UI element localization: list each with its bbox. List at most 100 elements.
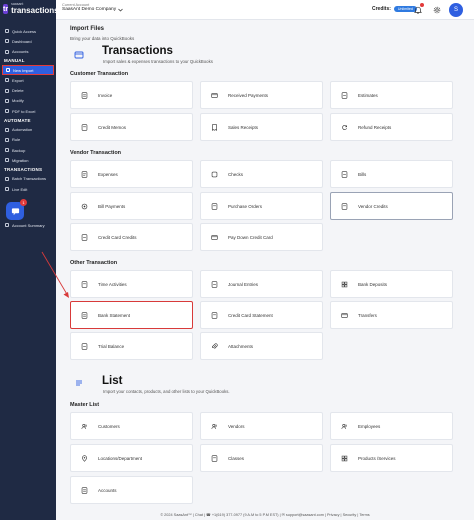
payment-icon xyxy=(211,92,218,99)
sidebar-section-manual: MANUAL xyxy=(4,58,25,64)
paperclip-icon xyxy=(211,342,218,350)
card-bills[interactable]: Bills xyxy=(330,160,453,188)
sidebar-item-accounts[interactable]: Accounts xyxy=(0,47,56,57)
card-transfers[interactable]: Transfers xyxy=(330,301,453,329)
sidebar-item-modify[interactable]: Modify xyxy=(0,96,56,106)
card-pay-down-credit-card[interactable]: Pay Down Credit Card xyxy=(200,223,323,251)
card-label: Locations/Department xyxy=(98,455,143,461)
sidebar-item-account-summary[interactable]: Account Summary xyxy=(0,220,56,230)
receipt-icon xyxy=(211,123,218,131)
card-accounts[interactable]: Accounts xyxy=(70,476,193,504)
purchase-order-icon xyxy=(211,202,218,210)
card-bank-statement[interactable]: Bank Statement xyxy=(70,301,193,329)
card-label: Bank Statement xyxy=(98,312,131,318)
migration-icon xyxy=(5,158,9,163)
journal-icon xyxy=(211,280,218,288)
backup-icon xyxy=(5,148,9,153)
products-icon xyxy=(341,455,348,462)
card-credit-card-statement[interactable]: Credit Card Statement xyxy=(200,301,323,329)
company-switcher[interactable]: Current Account SaasAnt Demo Company xyxy=(62,3,123,12)
card-label: Refund Receipts xyxy=(358,124,392,130)
automation-icon xyxy=(5,127,9,132)
trial-balance-icon xyxy=(81,342,88,350)
card-label: Journal Entries xyxy=(228,281,259,287)
settings-button[interactable] xyxy=(431,4,443,16)
sidebar-item-live-edit[interactable]: Live Edit xyxy=(0,184,56,194)
card-received-payments[interactable]: Received Payments xyxy=(200,81,323,109)
quick-access-icon xyxy=(5,29,9,34)
sidebar-item-delete[interactable]: Delete xyxy=(0,85,56,95)
chat-badge: 1 xyxy=(20,199,27,206)
sidebar-item-rule[interactable]: Rule xyxy=(0,135,56,145)
card-label: Credit Card Statement xyxy=(228,312,273,318)
card-employees[interactable]: Employees xyxy=(330,412,453,440)
card-estimates[interactable]: Estimates xyxy=(330,81,453,109)
card-checks[interactable]: Checks xyxy=(200,160,323,188)
card-trial-balance[interactable]: Trial Balance xyxy=(70,332,193,360)
import-icon xyxy=(6,68,10,73)
trash-icon xyxy=(5,88,9,93)
sidebar-item-quick-access[interactable]: Quick Access xyxy=(0,26,56,36)
other-section-title: Other Transaction xyxy=(70,260,118,266)
card-sales-receipts[interactable]: Sales Receipts xyxy=(200,113,323,141)
bank-deposit-icon xyxy=(341,281,348,288)
sidebar-nav: Quick Access Dashboard Accounts MANUAL N… xyxy=(0,26,56,194)
card-expenses[interactable]: Expenses xyxy=(70,160,193,188)
sidebar-item-label: Export xyxy=(12,77,24,83)
card-time-activities[interactable]: Time Activities xyxy=(70,270,193,298)
sidebar: tr saasant transactions Quick Access Das… xyxy=(0,0,59,520)
card-credit-card-credits[interactable]: Credit Card Credits xyxy=(70,223,193,251)
card-label: Sales Receipts xyxy=(228,124,259,130)
main-content: Import Files Bring your data into QuickB… xyxy=(56,20,474,520)
vendor-credit-icon xyxy=(341,202,348,210)
sidebar-item-dashboard[interactable]: Dashboard xyxy=(0,36,56,46)
card-locations-department[interactable]: Locations/Department xyxy=(70,444,193,472)
card-label: Credit Card Credits xyxy=(98,234,137,240)
sidebar-item-label: Modify xyxy=(12,98,24,104)
card-refund-receipts[interactable]: Refund Receipts xyxy=(330,113,453,141)
avatar[interactable]: S xyxy=(449,3,463,17)
card-customers[interactable]: Customers xyxy=(70,412,193,440)
card-credit-memos[interactable]: Credit Memos xyxy=(70,113,193,141)
sidebar-item-export[interactable]: Export xyxy=(0,75,56,85)
check-icon xyxy=(211,171,218,178)
sidebar-item-label: Migration xyxy=(12,157,29,163)
sidebar-item-batch-transactions[interactable]: Batch Transactions xyxy=(0,174,56,184)
sidebar-item-label: Batch Transactions xyxy=(12,176,47,182)
notifications-button[interactable] xyxy=(412,3,424,16)
card-vendor-credits[interactable]: Vendor Credits xyxy=(330,192,453,220)
card-vendors[interactable]: Vendors xyxy=(200,412,323,440)
live-edit-icon xyxy=(5,187,9,191)
sidebar-item-automation[interactable]: Automation xyxy=(0,124,56,134)
sidebar-item-label: Backup xyxy=(12,147,26,153)
sidebar-item-new-import[interactable]: New Import xyxy=(2,64,54,76)
card-label: Employees xyxy=(358,423,381,429)
card-journal-entries[interactable]: Journal Entries xyxy=(200,270,323,298)
sidebar-item-label: Account Summary xyxy=(12,222,45,228)
app-logo[interactable]: tr saasant transactions xyxy=(0,0,59,18)
card-bank-deposits[interactable]: Bank Deposits xyxy=(330,270,453,298)
card-purchase-orders[interactable]: Purchase Orders xyxy=(200,192,323,220)
sidebar-item-label: Live Edit xyxy=(12,186,28,192)
location-pin-icon xyxy=(81,454,88,462)
sidebar-item-label: Automation xyxy=(12,127,33,133)
chat-button[interactable]: 1 xyxy=(6,199,27,220)
sidebar-item-backup[interactable]: Backup xyxy=(0,145,56,155)
card-label: Purchase Orders xyxy=(228,203,263,209)
card-label: Bills xyxy=(358,171,367,177)
card-bill-payments[interactable]: Bill Payments xyxy=(70,192,193,220)
sidebar-item-pdf-to-excel[interactable]: PDF to Excel xyxy=(0,106,56,116)
gear-icon xyxy=(433,6,441,14)
sidebar-item-label: Quick Access xyxy=(12,28,37,34)
card-classes[interactable]: Classes xyxy=(200,444,323,472)
sidebar-nav-bottom: Account Summary xyxy=(0,220,56,230)
card-invoice[interactable]: Invoice xyxy=(70,81,193,109)
card-label: Bill Payments xyxy=(98,203,126,209)
dashboard-icon xyxy=(5,39,9,44)
list-title: List xyxy=(102,375,123,387)
sidebar-item-label: PDF to Excel xyxy=(12,108,36,114)
card-products-services[interactable]: Products /Services xyxy=(330,444,453,472)
page-title: Import Files xyxy=(70,26,105,32)
card-attachments[interactable]: Attachments xyxy=(200,332,323,360)
sidebar-item-migration[interactable]: Migration xyxy=(0,155,56,165)
